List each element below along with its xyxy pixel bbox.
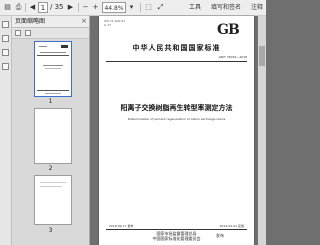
thumbnail-label-2: 2 [48,165,53,172]
fill-sign-button[interactable]: 填写和签名 [211,4,241,11]
fit-page-icon[interactable]: ⬚ [143,2,154,13]
footer-divider [106,229,247,230]
document-title-en: Determination of percent regeneration of… [127,117,226,121]
page-thumbnail-3[interactable] [34,175,72,225]
issuer-suffix: 发布 [216,233,224,238]
page-thumbnail-1[interactable] [34,41,72,97]
next-page-icon[interactable]: ▶ [65,2,76,13]
panel-header: 页面缩略图 × [12,16,89,28]
tools-button[interactable]: 工具 [189,4,201,11]
chevron-down-icon[interactable]: ▾ [126,2,137,13]
vertical-scrollbar[interactable] [258,16,266,245]
page-thumbnails-icon[interactable] [2,21,9,28]
zoom-input[interactable]: 44.8% [102,2,126,13]
main-toolbar: ▤ ⎙ ◀ 1 / 35 ▶ − + 44.8% ▾ ⬚ ⤢ 工具 填写和签名 注释 [0,0,266,16]
issuer-block: 国家市场监督管理总局 中国国家标准化管理委员会 发布 [99,231,254,241]
effective-date: 2019-04-01 实施 [219,224,244,228]
navigation-rail [0,16,12,245]
issue-date: 2018-09-17 发布 [109,224,134,228]
ics-code: ICS 71.100.01 G 77 [104,19,126,27]
right-toolbar: 工具 填写和签名 注释 [179,2,266,13]
delete-icon[interactable] [25,30,31,36]
save-icon[interactable]: ▤ [2,2,13,13]
scrollbar-thumb[interactable] [259,46,265,66]
thumbnail-label-3: 3 [48,227,53,234]
thumbnail-panel: 页面缩略图 × 1 2 3 [12,16,90,245]
issuer-line-2: 中国国家标准化管理委员会 [152,236,201,241]
print-icon[interactable]: ⎙ [13,2,24,13]
page-total: / 35 [50,3,64,11]
options-icon[interactable] [15,30,21,36]
prev-page-icon[interactable]: ◀ [27,2,38,13]
comment-button[interactable]: 注释 [251,4,263,11]
close-icon[interactable]: × [81,16,87,27]
thumbnail-label-1: 1 [48,98,53,105]
document-title-cn: 阳离子交换树脂再生转型率测定方法 [120,104,233,112]
page-number-input[interactable]: 1 [38,2,48,13]
country-standard-title: 中华人民共和国国家标准 [132,44,221,52]
page-thumbnail-2[interactable] [34,108,72,164]
standard-number: GB/T 36769—2018 [218,55,247,59]
panel-toolbar [12,28,89,39]
panel-title: 页面缩略图 [15,18,46,25]
gb-logo: GB [217,22,240,38]
attachment-icon[interactable] [2,63,9,70]
zoom-in-icon[interactable]: + [90,2,101,13]
header-divider [106,61,247,62]
bookmark-icon[interactable] [2,35,9,42]
document-page: ICS 71.100.01 G 77 GB 中华人民共和国国家标准 GB/T 3… [99,16,254,245]
read-mode-icon[interactable]: ⤢ [155,2,166,13]
layers-icon[interactable] [2,49,9,56]
